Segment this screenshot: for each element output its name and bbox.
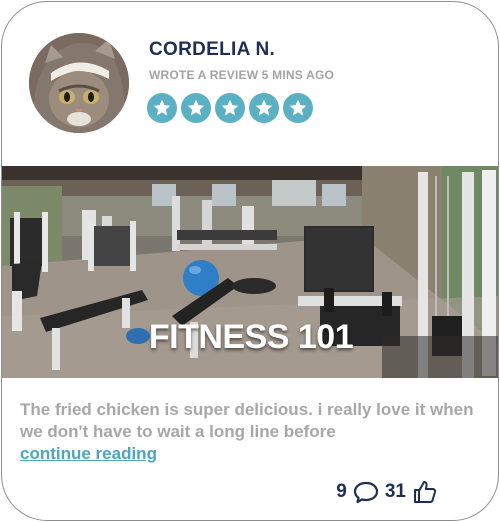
review-image[interactable]: FITNESS 101 (2, 166, 498, 378)
review-meta: WROTE A REVIEW 5 MINS AGO (149, 68, 335, 82)
thumbs-up-icon[interactable] (412, 479, 438, 505)
like-count: 31 (384, 481, 406, 502)
comment-count: 9 (336, 481, 347, 502)
star-icon (147, 93, 177, 123)
avatar[interactable] (29, 33, 129, 133)
cat-avatar-image (29, 33, 129, 133)
star-icon (283, 93, 313, 123)
speech-bubble-icon[interactable] (353, 480, 379, 504)
author-name[interactable]: CORDELIA N. (149, 39, 275, 61)
star-icon (249, 93, 279, 123)
review-stats: 9 31 (336, 479, 438, 505)
continue-reading-link[interactable]: continue reading (20, 444, 157, 464)
review-text: The fried chicken is super delicious. i … (20, 400, 474, 441)
rating-stars (147, 93, 313, 123)
star-icon (215, 93, 245, 123)
star-icon (181, 93, 211, 123)
image-title: FITNESS 101 (148, 318, 354, 356)
review-card: CORDELIA N. WROTE A REVIEW 5 MINS AGO FI… (1, 1, 499, 521)
